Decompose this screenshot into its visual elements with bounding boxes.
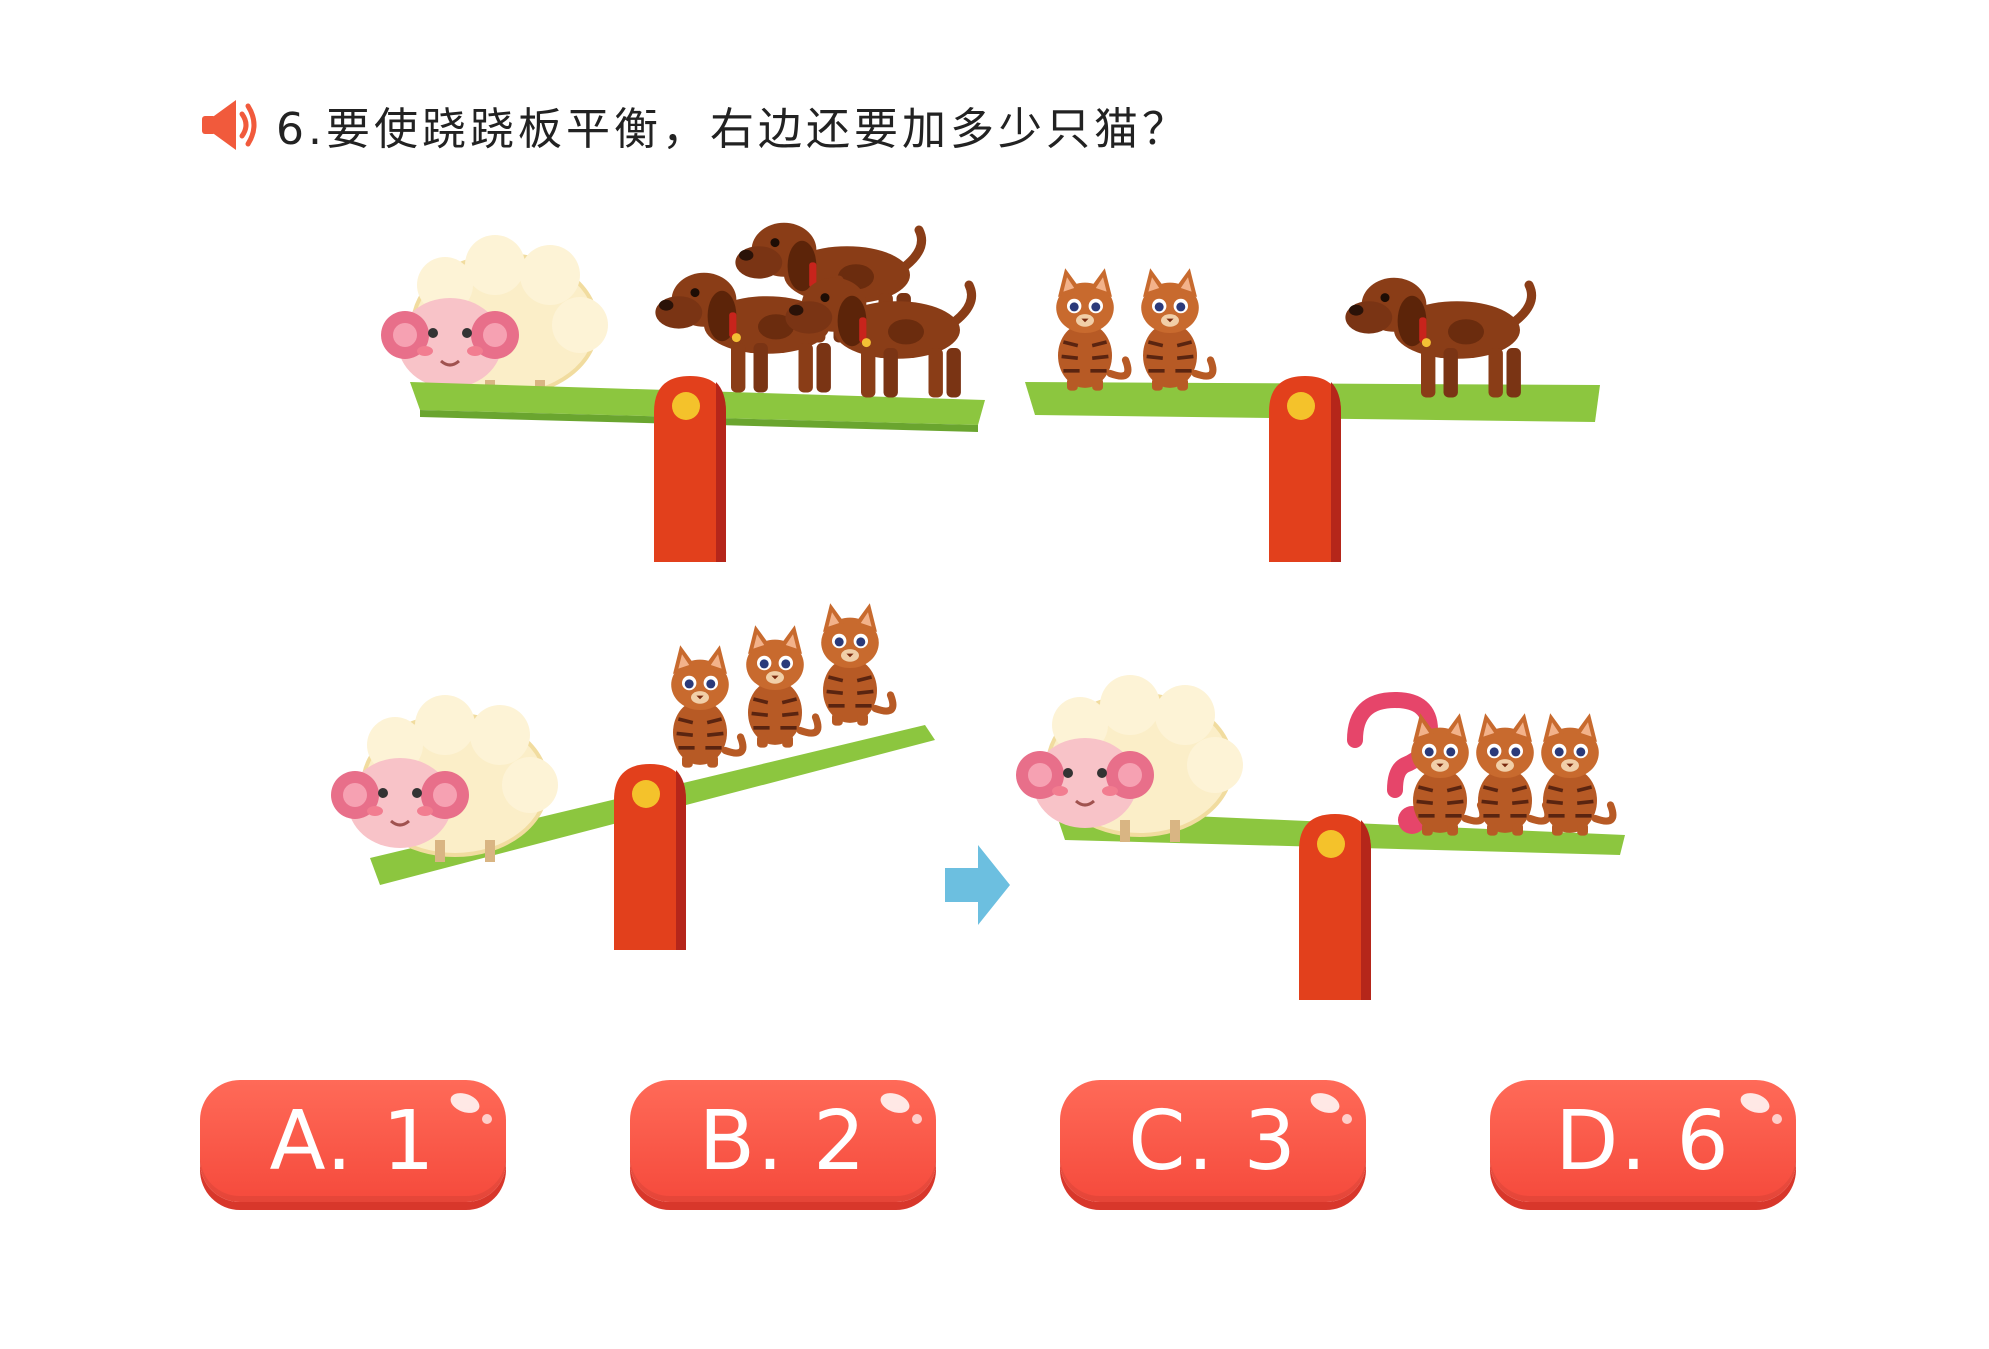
shine-decoration	[912, 1114, 922, 1124]
cat-image	[1476, 713, 1548, 835]
seesaw-scene-2	[1025, 268, 1600, 562]
option-d-button[interactable]: D. 6	[1490, 1080, 1796, 1202]
shine-decoration	[1772, 1114, 1782, 1124]
seesaw-scene-3	[329, 603, 935, 950]
shine-decoration	[1307, 1089, 1343, 1117]
cat-image	[821, 603, 893, 725]
option-a-button[interactable]: A. 1	[200, 1080, 506, 1202]
seesaw-pivot	[1299, 814, 1371, 1000]
cat-image	[671, 645, 743, 767]
seesaw-pivot	[654, 376, 726, 562]
seesaw-scene-1	[379, 223, 985, 562]
cat-image	[1056, 268, 1128, 390]
shine-decoration	[482, 1114, 492, 1124]
option-d-label: D. 6	[1555, 1093, 1731, 1189]
shine-decoration	[447, 1089, 483, 1117]
option-a-label: A. 1	[269, 1093, 437, 1189]
option-c-button[interactable]: C. 3	[1060, 1080, 1366, 1202]
cat-image	[1541, 713, 1613, 835]
dog-image	[1345, 278, 1531, 398]
arrow-right-icon	[945, 845, 1010, 925]
cat-image	[1141, 268, 1213, 390]
option-b-label: B. 2	[698, 1093, 868, 1189]
cat-image	[746, 625, 818, 747]
seesaw-pivot	[614, 764, 686, 950]
sheep-image	[379, 233, 610, 404]
seesaw-scene-4	[1014, 673, 1625, 1000]
shine-decoration	[1737, 1089, 1773, 1117]
option-b-button[interactable]: B. 2	[630, 1080, 936, 1202]
shine-decoration	[1342, 1114, 1352, 1124]
cat-image	[1411, 713, 1483, 835]
seesaw-pivot	[1269, 376, 1341, 562]
option-c-label: C. 3	[1128, 1093, 1298, 1189]
shine-decoration	[877, 1089, 913, 1117]
